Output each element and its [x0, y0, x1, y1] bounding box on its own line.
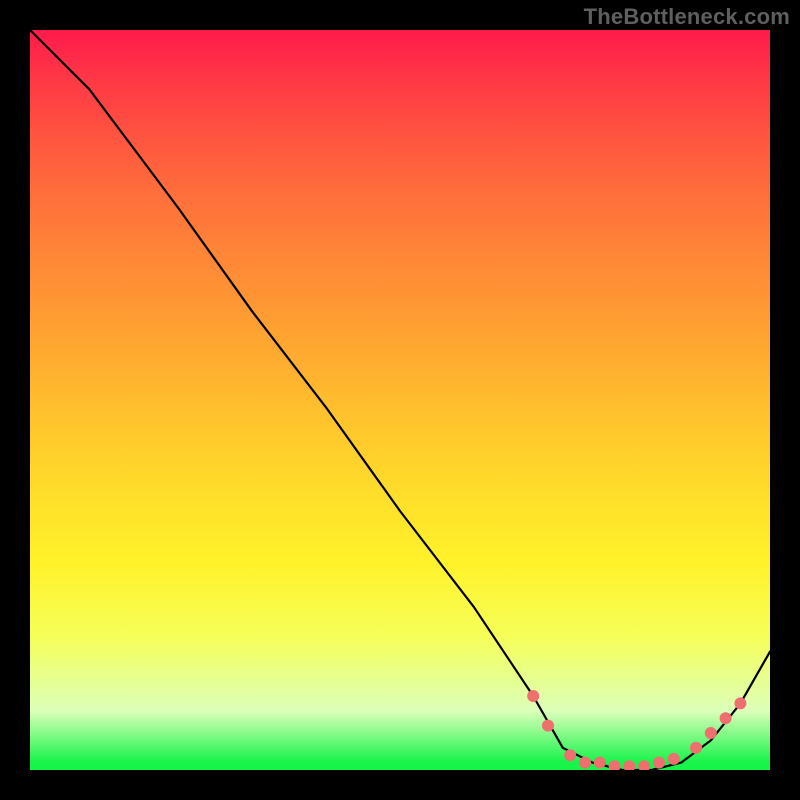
marker-dot — [720, 712, 732, 724]
marker-dot — [653, 757, 665, 769]
plot-area — [30, 30, 770, 770]
marker-dot — [564, 749, 576, 761]
marker-dot — [609, 760, 621, 770]
marker-dot — [690, 742, 702, 754]
marker-dot — [594, 757, 606, 769]
marker-dot — [623, 760, 635, 770]
marker-dots — [527, 690, 746, 770]
marker-dot — [579, 757, 591, 769]
marker-dot — [638, 760, 650, 770]
marker-dot — [527, 690, 539, 702]
chart-svg — [30, 30, 770, 770]
marker-dot — [734, 697, 746, 709]
chart-frame: TheBottleneck.com — [0, 0, 800, 800]
marker-dot — [705, 727, 717, 739]
curve-line — [30, 30, 770, 770]
watermark-text: TheBottleneck.com — [584, 4, 790, 30]
marker-dot — [542, 720, 554, 732]
marker-dot — [668, 753, 680, 765]
